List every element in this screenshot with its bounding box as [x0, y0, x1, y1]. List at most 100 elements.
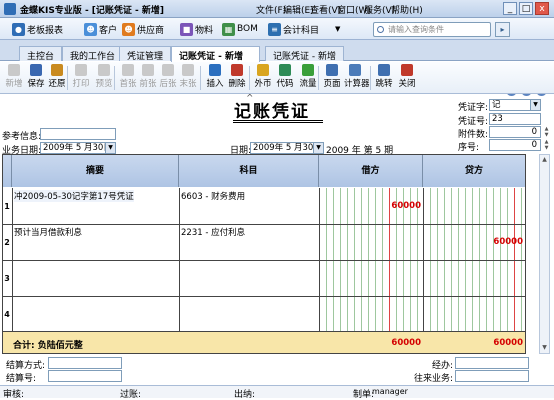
- toolbar-button-label: 跳转: [375, 79, 393, 89]
- settle-method-field[interactable]: [48, 357, 122, 369]
- digit-gridline: [340, 188, 341, 353]
- save-icon: [30, 64, 42, 76]
- digit-gridline: [410, 188, 411, 353]
- summary-cell[interactable]: 冲2009-05-30记字第17号凭证: [14, 190, 134, 202]
- account-cell[interactable]: 6603 - 财务费用: [181, 190, 245, 202]
- quick-boss-report[interactable]: ● 老板报表: [12, 22, 63, 36]
- toolbar-cashflow-button[interactable]: 流量: [297, 64, 319, 89]
- toolbar-button-label: 预览: [95, 79, 113, 89]
- voucher-title: 记账凭证: [234, 102, 310, 122]
- prev-icon: [142, 64, 154, 76]
- debit-cell[interactable]: 60000: [319, 201, 421, 211]
- contact-business-label: 往来业务:: [414, 374, 454, 384]
- voucher-number-field[interactable]: 23: [489, 113, 541, 125]
- digit-gridline: [479, 188, 480, 353]
- voucher-entry-grid: 摘要 科目 借方 贷方 1 冲2009-05-30记字第17号凭证 6603 - 财…: [2, 154, 526, 354]
- attachments-stepper-icon[interactable]: ▲ ▼: [542, 126, 551, 138]
- vertical-scrollbar[interactable]: ▲ ▼: [539, 154, 550, 354]
- chevron-down-icon[interactable]: ▼: [335, 25, 340, 33]
- scroll-down-icon[interactable]: ▼: [540, 343, 549, 353]
- settle-no-field[interactable]: [48, 370, 122, 382]
- row-separator: [3, 296, 525, 297]
- insert-icon: [209, 64, 221, 76]
- toolbar-button-label: 打印: [72, 79, 90, 89]
- toolbar-next-button[interactable]: 后张: [157, 64, 179, 89]
- maximize-button[interactable]: □: [519, 2, 533, 15]
- toolbar-preview-button[interactable]: 预览: [93, 64, 115, 89]
- credit-cell[interactable]: 60000: [423, 237, 523, 247]
- toolbar-separator: [114, 66, 115, 90]
- tab-voucher-new[interactable]: 记账凭证 - 新增: [265, 46, 344, 62]
- app-logo-icon: [4, 3, 16, 15]
- voucher-word-value: 记: [492, 100, 501, 110]
- quick-supplier[interactable]: ☻ 供应商: [122, 22, 164, 36]
- toolbar-delete-button[interactable]: 删除: [226, 64, 248, 89]
- toolbar-save-button[interactable]: 保存: [25, 64, 47, 89]
- toolbar-jump-button[interactable]: 跳转: [373, 64, 395, 89]
- menu-help[interactable]: 帮助(H): [391, 3, 423, 16]
- tab-bar: 主控台 我的工作台 凭证管理 记账凭证 - 新增 × 记账凭证 - 新增 ◂ ▸…: [0, 40, 554, 100]
- toolbar-button-label: 计算器: [344, 79, 370, 89]
- minimize-button[interactable]: _: [503, 2, 517, 15]
- menu-file[interactable]: 文件(F): [256, 3, 286, 16]
- tab-console[interactable]: 主控台: [19, 46, 63, 62]
- toolbar-restore-button[interactable]: 还原: [46, 64, 68, 89]
- toolbar-prev-button[interactable]: 前张: [137, 64, 159, 89]
- toolbar-button-label: 流量: [299, 79, 317, 89]
- biz-date-field[interactable]: 2009年 5 月30日 ▼: [40, 142, 116, 154]
- toolbar-currency-button[interactable]: 外币: [252, 64, 274, 89]
- quick-account-subject-label: 会计科目: [283, 25, 320, 36]
- biz-date-value: 2009年 5 月30日: [43, 143, 112, 153]
- quick-material[interactable]: ■ 物料: [180, 22, 213, 36]
- toolbar-button-label: 代码: [276, 79, 294, 89]
- toolbar-code-button[interactable]: 代码: [274, 64, 296, 89]
- digit-gridline: [430, 188, 431, 353]
- attachments-field[interactable]: 0: [489, 126, 541, 138]
- contact-business-field[interactable]: [455, 370, 529, 382]
- toolbar-button-label: 末张: [179, 79, 197, 89]
- settlement-section: 结算方式: 结算号: 经办: 往来业务:: [0, 354, 554, 384]
- quick-bom[interactable]: ▦ BOM: [222, 22, 258, 36]
- toolbar-first-button[interactable]: 首张: [117, 64, 139, 89]
- window-close-button[interactable]: x: [535, 2, 549, 15]
- handler-field[interactable]: [455, 357, 529, 369]
- ref-info-label: 参考信息:: [2, 132, 42, 142]
- voucher-word-field[interactable]: 记 ▼: [489, 99, 541, 111]
- toolbar-last-button[interactable]: 末张: [177, 64, 199, 89]
- toolbar-new-doc-button[interactable]: 新增: [3, 64, 25, 89]
- chevron-down-icon[interactable]: ▼: [530, 100, 540, 110]
- row-separator: [3, 224, 525, 225]
- sequence-field[interactable]: 0: [489, 139, 541, 151]
- quick-customer[interactable]: ☻ 客户: [84, 22, 117, 36]
- sequence-stepper-icon[interactable]: ▲ ▼: [542, 139, 551, 151]
- toolbar-separator: [67, 66, 68, 90]
- chevron-down-icon[interactable]: ▼: [313, 143, 323, 153]
- tab-voucher-new-active[interactable]: 记账凭证 - 新增: [171, 46, 261, 62]
- ref-info-field[interactable]: [40, 128, 116, 140]
- tab-voucher-management[interactable]: 凭证管理: [119, 46, 172, 62]
- account-cell[interactable]: 2231 - 应付利息: [181, 226, 245, 238]
- tab-my-workbench[interactable]: 我的工作台: [62, 46, 124, 62]
- toolbar-insert-button[interactable]: 插入: [204, 64, 226, 89]
- search-go-button[interactable]: ▸: [495, 22, 510, 37]
- toolbar-page-button[interactable]: 页面: [321, 64, 343, 89]
- search-icon: [377, 26, 384, 33]
- voucher-word-label: 凭证字:: [458, 103, 489, 113]
- toolbar-calculator-button[interactable]: 计算器: [344, 64, 370, 89]
- date-field[interactable]: 2009年 5 月30日 ▼: [250, 142, 324, 154]
- digit-gridline: [465, 188, 466, 353]
- toolbar-button-label: 外币: [254, 79, 272, 89]
- row-number: 2: [4, 238, 10, 247]
- scroll-up-icon[interactable]: ▲: [540, 155, 549, 165]
- search-input[interactable]: 请输入查询条件: [373, 22, 491, 37]
- last-icon: [182, 64, 194, 76]
- toolbar-close-button[interactable]: 关闭: [396, 64, 418, 89]
- digit-gridline: [507, 188, 508, 353]
- header-summary: 摘要: [12, 155, 179, 187]
- toolbar-print-button[interactable]: 打印: [70, 64, 92, 89]
- chevron-down-icon[interactable]: ▼: [105, 143, 115, 153]
- digit-gridline: [514, 188, 515, 353]
- summary-cell[interactable]: 预计当月借款利息: [14, 226, 82, 238]
- row-number: 4: [4, 310, 10, 319]
- quick-account-subject[interactable]: ≡ 会计科目 ▼: [268, 22, 340, 36]
